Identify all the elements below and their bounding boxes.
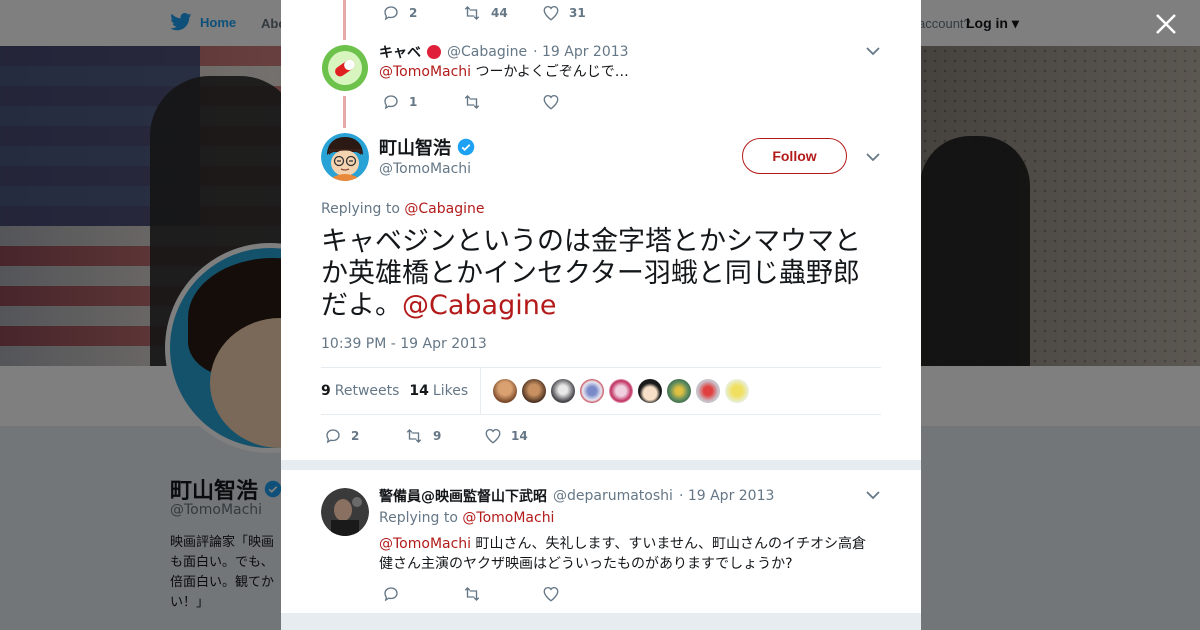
reply-button[interactable]: 1: [382, 93, 462, 111]
replying-prefix: Replying to: [321, 201, 405, 217]
reply2-avatar-image: [321, 488, 369, 536]
likes-label: Likes: [432, 383, 469, 399]
retweet-icon: [464, 6, 480, 20]
reply2-name[interactable]: 警備員@映画監督山下武昭: [379, 486, 547, 506]
reply-button[interactable]: [382, 585, 462, 603]
close-icon[interactable]: [1154, 12, 1178, 36]
tweet-modal: 2 44 31 キャベ @Cabagine · 19 Apr 2013 @Tom…: [281, 0, 921, 630]
main-tweet-actions: 2 9 14: [324, 427, 564, 445]
reply1-text: @TomoMachi つーかよくごぞんじで…: [379, 62, 629, 82]
tomato-emoji-icon: [427, 45, 441, 59]
reply2-replying-to: Replying to @TomoMachi: [379, 510, 554, 526]
reply2-date[interactable]: · 19 Apr 2013: [679, 488, 774, 504]
liker-avatar[interactable]: [638, 379, 663, 403]
like-count: 14: [511, 429, 528, 443]
reply-icon: [384, 95, 398, 110]
retweets-label: Retweets: [334, 383, 400, 399]
like-button[interactable]: [542, 93, 622, 111]
reply-count: 2: [409, 6, 418, 20]
retweets-count: 9: [321, 383, 331, 399]
likers-avatars: [493, 379, 750, 403]
reply2-mention[interactable]: @TomoMachi: [379, 536, 471, 552]
main-tweet-mention[interactable]: @Cabagine: [402, 290, 556, 321]
replying-to-link[interactable]: @Cabagine: [404, 201, 484, 217]
reply2-header: 警備員@映画監督山下武昭 @deparumatoshi · 19 Apr 201…: [379, 486, 774, 506]
reply2-avatar[interactable]: [321, 488, 369, 536]
retweet-button[interactable]: [462, 585, 542, 603]
liker-avatar[interactable]: [696, 379, 721, 403]
likes-stat[interactable]: 14 Likes: [409, 383, 468, 399]
like-button[interactable]: 14: [484, 427, 564, 445]
main-avatar-image: [321, 133, 369, 181]
retweets-stat[interactable]: 9 Retweets: [321, 383, 399, 399]
reply1-body: つーかよくごぞんじで…: [471, 64, 629, 80]
main-author-handle[interactable]: @TomoMachi: [379, 161, 471, 177]
retweet-count: 9: [433, 429, 442, 443]
reply1-mention[interactable]: @TomoMachi: [379, 64, 471, 80]
follow-button[interactable]: Follow: [742, 138, 847, 174]
like-button[interactable]: 31: [542, 4, 622, 22]
retweet-icon: [464, 95, 480, 109]
main-timestamp[interactable]: 10:39 PM - 19 Apr 2013: [321, 336, 487, 352]
reply-icon: [384, 587, 398, 602]
replies-separator: [281, 460, 921, 470]
liker-avatar[interactable]: [551, 379, 576, 403]
heart-icon: [543, 94, 559, 110]
thread-line: [343, 0, 346, 40]
reply1-name[interactable]: キャベ: [379, 42, 421, 62]
likes-count: 14: [409, 383, 429, 399]
like-count: 31: [569, 6, 586, 20]
liker-avatar[interactable]: [580, 379, 605, 403]
replying-prefix: Replying to: [379, 510, 463, 526]
main-tweet-text: キャベジンというのは金字塔とかシマウマとか英雄橋とかインセクター羽蛾と同じ蟲野郎…: [321, 226, 886, 322]
chevron-down-icon[interactable]: [866, 490, 880, 500]
main-replying-to: Replying to @Cabagine: [321, 201, 484, 217]
next-reply-separator: [281, 613, 921, 630]
reply1-header: キャベ @Cabagine · 19 Apr 2013: [379, 42, 629, 62]
retweet-button[interactable]: [462, 93, 542, 111]
reply1-avatar[interactable]: [321, 44, 369, 92]
reply2-text: @TomoMachi 町山さん、失礼します、すいません、町山さんのイチオシ高倉健…: [379, 534, 879, 574]
reply-icon: [326, 429, 340, 444]
tweet-stats: 9 Retweets 14 Likes: [321, 367, 881, 415]
retweet-count: 44: [491, 6, 508, 20]
reply-count: 2: [351, 429, 360, 443]
reply2-handle[interactable]: @deparumatoshi: [553, 488, 673, 504]
heart-icon: [485, 428, 501, 444]
reply-count: 1: [409, 95, 418, 109]
retweet-button[interactable]: 44: [462, 4, 542, 22]
retweet-icon: [464, 587, 480, 601]
liker-avatar[interactable]: [725, 379, 750, 403]
heart-icon: [543, 586, 559, 602]
replying-to-link[interactable]: @TomoMachi: [462, 510, 554, 526]
stats-divider: [480, 368, 482, 414]
cabbage-pill-avatar: [322, 45, 368, 91]
liker-avatar[interactable]: [667, 379, 692, 403]
reply1-actions: 1: [382, 93, 622, 111]
thread-line: [343, 96, 346, 128]
heart-icon: [543, 5, 559, 21]
reply1-date[interactable]: · 19 Apr 2013: [533, 44, 628, 60]
retweet-icon: [406, 429, 422, 443]
chevron-down-icon[interactable]: [866, 46, 880, 56]
reply1-handle[interactable]: @Cabagine: [447, 44, 527, 60]
main-author-name[interactable]: 町山智浩: [379, 134, 475, 160]
main-avatar[interactable]: [321, 133, 369, 181]
prev-tweet-actions: 2 44 31: [382, 4, 622, 22]
reply-button[interactable]: 2: [324, 427, 404, 445]
reply-icon: [384, 6, 398, 21]
liker-avatar[interactable]: [609, 379, 634, 403]
reply-button[interactable]: 2: [382, 4, 462, 22]
reply2-actions: [382, 585, 622, 603]
verified-badge-icon: [457, 138, 475, 156]
chevron-down-icon[interactable]: [866, 152, 880, 162]
liker-avatar[interactable]: [522, 379, 547, 403]
retweet-button[interactable]: 9: [404, 427, 484, 445]
like-button[interactable]: [542, 585, 622, 603]
main-author-name-text: 町山智浩: [379, 138, 451, 159]
liker-avatar[interactable]: [493, 379, 518, 403]
